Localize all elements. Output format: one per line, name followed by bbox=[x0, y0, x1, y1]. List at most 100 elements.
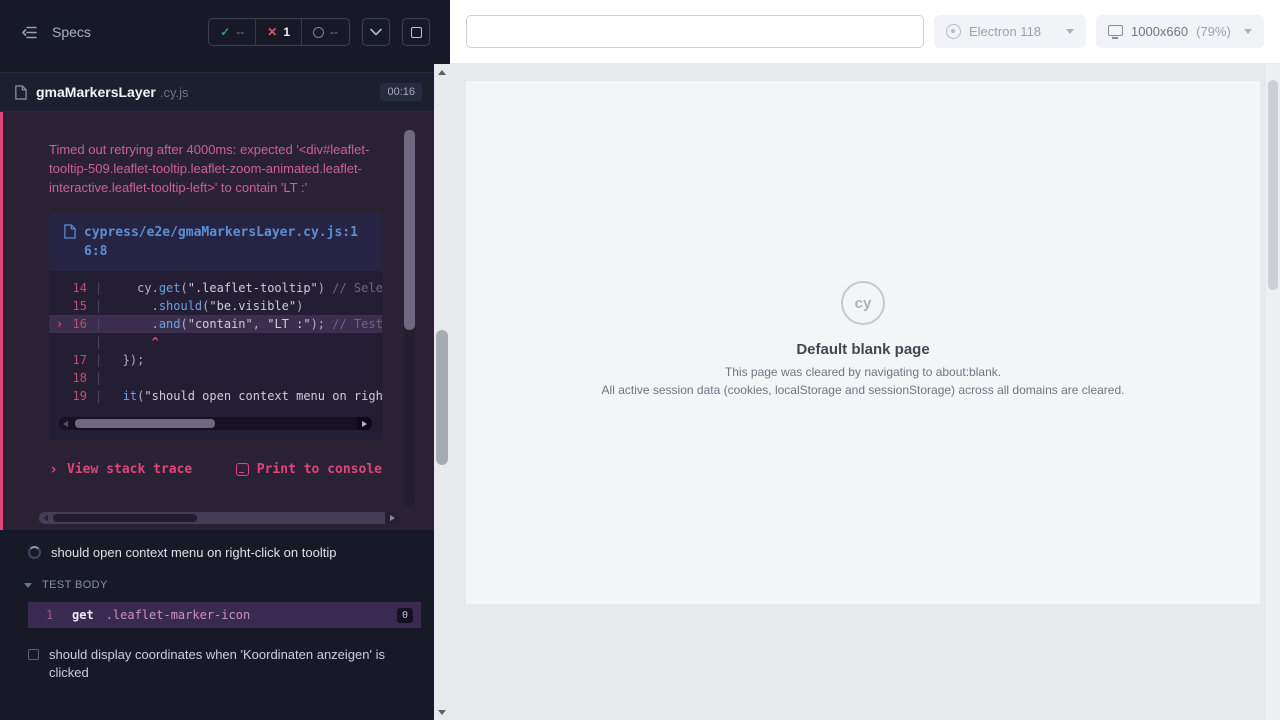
test-body-header[interactable]: TEST BODY bbox=[0, 566, 434, 597]
browser-label: Electron 118 bbox=[969, 24, 1041, 39]
blank-page-title: Default blank page bbox=[796, 341, 929, 358]
test-body-label: TEST BODY bbox=[42, 579, 108, 591]
current-line-arrow-icon: › bbox=[56, 315, 63, 333]
scroll-down-button[interactable] bbox=[434, 704, 450, 720]
aut-scrollbar-thumb[interactable] bbox=[1268, 80, 1278, 290]
code-text: ^ bbox=[108, 333, 159, 351]
code-line: 18| bbox=[49, 369, 382, 387]
chevron-down-icon bbox=[1066, 29, 1074, 34]
viewport-size: 1000x660 bbox=[1131, 24, 1188, 39]
code-line: 14| cy.get(".leaflet-tooltip") // Sele bbox=[49, 279, 382, 297]
spinner-icon bbox=[28, 546, 41, 559]
check-icon: ✓ bbox=[220, 25, 230, 39]
code-line: 19| it("should open context menu on righ bbox=[49, 387, 382, 405]
aut-viewport: cy Default blank page This page was clea… bbox=[450, 64, 1280, 720]
code-horizontal-scrollbar[interactable] bbox=[59, 417, 372, 430]
scroll-left-arrow-icon[interactable] bbox=[43, 515, 48, 521]
arrow-down-icon bbox=[438, 710, 446, 715]
chevron-down-icon bbox=[24, 583, 32, 588]
view-stack-trace-label: View stack trace bbox=[67, 462, 192, 477]
stop-tests-button[interactable] bbox=[402, 18, 430, 46]
code-line: | ^ bbox=[49, 333, 382, 351]
stat-pending-count: -- bbox=[330, 25, 338, 39]
reporter-header: Specs ✓ -- ✕ 1 -- bbox=[0, 0, 450, 64]
code-text: }); bbox=[108, 351, 144, 369]
aut-header: Electron 118 1000x660 (79%) bbox=[450, 0, 1280, 64]
pending-test-icon bbox=[28, 649, 39, 660]
stat-passed-count: -- bbox=[236, 25, 244, 39]
stat-failed: ✕ 1 bbox=[255, 19, 301, 45]
line-number: 14 bbox=[57, 279, 87, 297]
command-log-row[interactable]: 1 get .leaflet-marker-icon 0 bbox=[28, 602, 421, 628]
test-title: should display coordinates when 'Koordin… bbox=[49, 646, 394, 682]
test-stats: ✓ -- ✕ 1 -- bbox=[208, 18, 350, 46]
chevron-down-icon bbox=[370, 28, 382, 36]
view-stack-trace-link[interactable]: › View stack trace bbox=[49, 462, 192, 477]
command-count-badge: 0 bbox=[397, 608, 413, 623]
print-to-console-link[interactable]: Print to console bbox=[236, 462, 382, 477]
code-frame-header[interactable]: cypress/e2e/gmaMarkersLayer.cy.js:16:8 bbox=[49, 213, 382, 271]
chevron-down-icon bbox=[1244, 29, 1252, 34]
reporter-content: gmaMarkersLayer .cy.js 00:16 Timed out r… bbox=[0, 64, 434, 720]
viewport-selector[interactable]: 1000x660 (79%) bbox=[1096, 15, 1264, 48]
gutter-divider: | bbox=[87, 387, 108, 405]
error-vertical-scrollbar[interactable] bbox=[404, 130, 415, 506]
scroll-right-button[interactable] bbox=[357, 417, 372, 430]
scroll-right-button[interactable] bbox=[385, 512, 399, 524]
sidebar-toggle-icon bbox=[20, 25, 38, 40]
test-item-queued[interactable]: should display coordinates when 'Koordin… bbox=[0, 628, 434, 686]
error-message: Timed out retrying after 4000ms: expecte… bbox=[49, 140, 382, 197]
failed-attempt-block: Timed out retrying after 4000ms: expecte… bbox=[0, 112, 434, 530]
specs-title: Specs bbox=[52, 24, 91, 40]
line-number: 17 bbox=[57, 351, 87, 369]
aut-iframe: cy Default blank page This page was clea… bbox=[466, 81, 1260, 604]
blank-page-line1: This page was cleared by navigating to a… bbox=[725, 365, 1001, 379]
line-number: 18 bbox=[57, 369, 87, 387]
spec-extension: .cy.js bbox=[160, 85, 189, 100]
arrow-up-icon bbox=[438, 70, 446, 75]
gutter-divider: | bbox=[87, 369, 108, 387]
code-line: 15| .should("be.visible") bbox=[49, 297, 382, 315]
line-number: 19 bbox=[57, 387, 87, 405]
code-frame: cypress/e2e/gmaMarkersLayer.cy.js:16:8 1… bbox=[49, 213, 382, 440]
line-number: 15 bbox=[57, 297, 87, 315]
viewport-scale: (79%) bbox=[1196, 24, 1231, 39]
test-item-running[interactable]: should open context menu on right-click … bbox=[0, 530, 434, 566]
spec-header-row[interactable]: gmaMarkersLayer .cy.js 00:16 bbox=[0, 72, 434, 112]
chevron-right-icon: › bbox=[49, 463, 58, 476]
console-icon bbox=[236, 463, 249, 476]
print-to-console-label: Print to console bbox=[257, 462, 382, 477]
specs-menu-icon[interactable] bbox=[16, 19, 42, 45]
reporter-scrollbar[interactable] bbox=[434, 64, 450, 720]
scroll-up-button[interactable] bbox=[434, 64, 450, 80]
error-scrollbar-thumb[interactable] bbox=[53, 514, 197, 522]
error-horizontal-scrollbar[interactable] bbox=[39, 512, 399, 524]
stat-passed: ✓ -- bbox=[209, 19, 255, 45]
gutter-divider: | bbox=[87, 333, 108, 351]
browser-selector[interactable]: Electron 118 bbox=[934, 15, 1086, 48]
gutter-divider: | bbox=[87, 351, 108, 369]
spec-file-icon bbox=[14, 85, 27, 100]
cypress-app: Specs ✓ -- ✕ 1 -- bbox=[0, 0, 1280, 720]
scroll-right-arrow-icon bbox=[390, 515, 395, 521]
cross-icon: ✕ bbox=[267, 25, 277, 39]
code-line: 17| }); bbox=[49, 351, 382, 369]
spec-duration-badge: 00:16 bbox=[380, 83, 422, 101]
error-vscrollbar-thumb[interactable] bbox=[404, 130, 415, 330]
spec-name: gmaMarkersLayer bbox=[36, 84, 156, 100]
code-text: .should("be.visible") bbox=[108, 297, 303, 315]
error-file-link[interactable]: cypress/e2e/gmaMarkersLayer.cy.js:16:8 bbox=[84, 223, 368, 261]
scroll-left-arrow-icon[interactable] bbox=[63, 421, 68, 427]
collapse-all-button[interactable] bbox=[362, 18, 390, 46]
command-message: .leaflet-marker-icon bbox=[106, 608, 251, 622]
error-actions: › View stack trace Print to console bbox=[49, 462, 382, 477]
code-text: it("should open context menu on righ bbox=[108, 387, 382, 405]
stat-pending: -- bbox=[301, 19, 349, 45]
reporter-scrollbar-thumb[interactable] bbox=[436, 330, 448, 465]
code-text: cy.get(".leaflet-tooltip") // Sele bbox=[108, 279, 382, 297]
test-title: should open context menu on right-click … bbox=[51, 544, 336, 562]
url-input[interactable] bbox=[466, 15, 924, 48]
aut-scrollbar[interactable] bbox=[1266, 64, 1280, 720]
code-scrollbar-thumb[interactable] bbox=[75, 419, 215, 428]
pending-circle-icon bbox=[313, 27, 324, 38]
